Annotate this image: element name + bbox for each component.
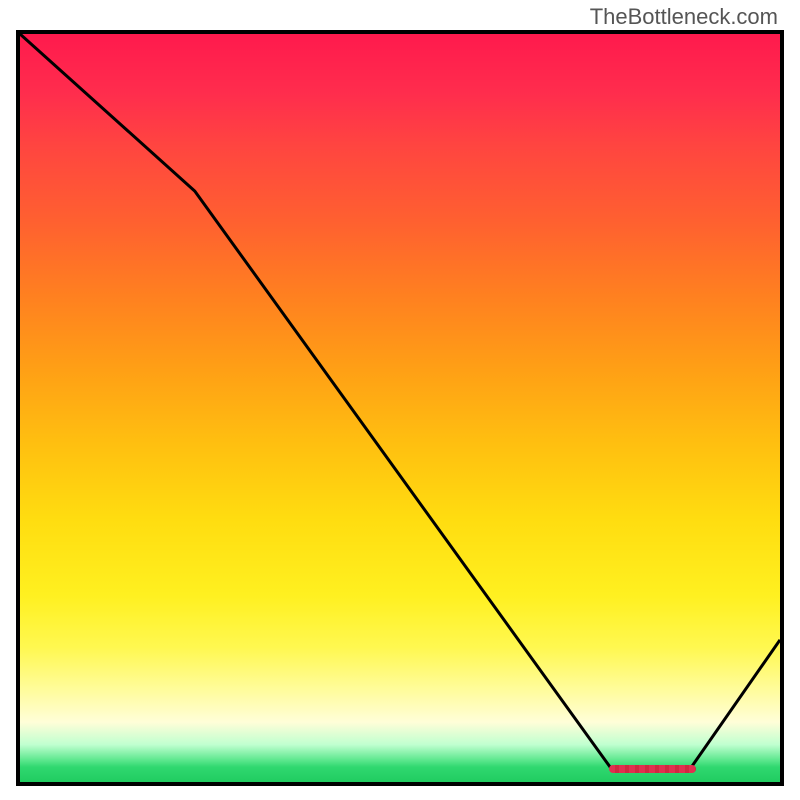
chart-plot-area xyxy=(16,30,784,786)
chart-line-svg xyxy=(20,34,780,782)
chart-data-line xyxy=(20,34,780,771)
chart-optimal-marker xyxy=(609,765,696,773)
watermark-text: TheBottleneck.com xyxy=(590,4,778,30)
